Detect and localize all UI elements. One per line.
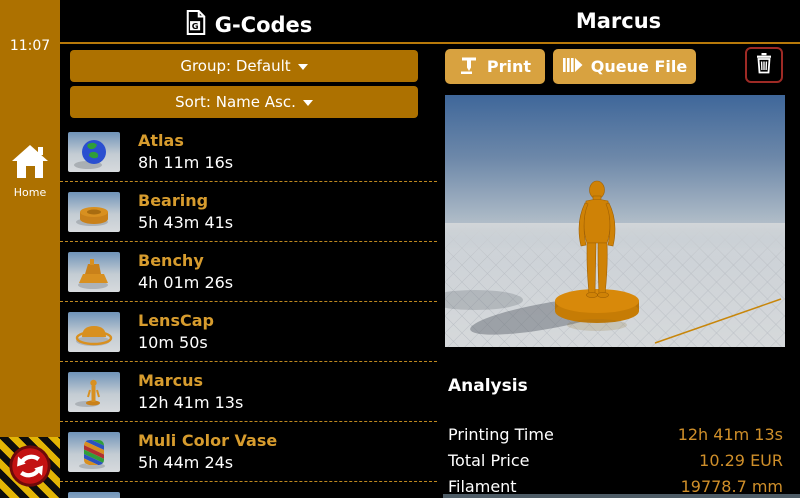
file-thumbnail bbox=[68, 432, 120, 472]
selected-file-title: Marcus bbox=[437, 9, 800, 33]
file-row-marcus[interactable]: Marcus 12h 41m 13s bbox=[60, 362, 437, 422]
analysis-value: 10.29 EUR bbox=[699, 451, 783, 470]
panel-title-gcodes: G G-Codes bbox=[60, 9, 437, 41]
sidebar-item-home[interactable]: Home bbox=[0, 142, 60, 199]
sort-dropdown[interactable]: Sort: Name Asc. bbox=[70, 86, 418, 118]
analysis-row-total-price: Total Price 10.29 EUR bbox=[448, 451, 783, 470]
sort-dropdown-label: Sort: Name Asc. bbox=[175, 93, 296, 111]
file-thumbnail bbox=[68, 252, 120, 292]
file-thumbnail bbox=[68, 492, 120, 498]
queue-icon bbox=[562, 56, 583, 78]
screen-root: 11:07 Home bbox=[0, 0, 800, 498]
gcode-preview-image bbox=[445, 95, 785, 347]
sidebar-item-home-label: Home bbox=[0, 186, 60, 199]
analysis-value: 12h 41m 13s bbox=[678, 425, 783, 444]
file-name: Bearing bbox=[138, 191, 233, 210]
file-print-time: 12h 41m 13s bbox=[138, 393, 243, 412]
file-name: Muli Color Vase bbox=[138, 431, 277, 450]
gcode-file-icon: G bbox=[185, 9, 207, 41]
extruder-icon bbox=[459, 55, 479, 79]
print-button[interactable]: Print bbox=[445, 49, 545, 84]
page-title: G-Codes bbox=[215, 13, 313, 37]
analysis-section-title: Analysis bbox=[448, 376, 528, 396]
file-thumbnail bbox=[68, 372, 120, 412]
file-list: Atlas 8h 11m 16s Bearing 5h 4 bbox=[60, 122, 437, 498]
file-row-vase[interactable]: Muli Color Vase 5h 44m 24s bbox=[60, 422, 437, 482]
file-row-lenscap[interactable]: LensCap 10m 50s bbox=[60, 302, 437, 362]
file-row-atlas[interactable]: Atlas 8h 11m 16s bbox=[60, 122, 437, 182]
action-sidebar: 11:07 Home bbox=[0, 0, 60, 498]
file-print-time: 5h 44m 24s bbox=[138, 453, 277, 472]
home-icon bbox=[0, 142, 60, 180]
file-name: Benchy bbox=[138, 251, 233, 270]
file-row-bearing[interactable]: Bearing 5h 43m 41s bbox=[60, 182, 437, 242]
queue-file-button[interactable]: Queue File bbox=[553, 49, 696, 84]
emergency-stop-icon bbox=[7, 443, 53, 493]
file-name: LensCap bbox=[138, 311, 214, 330]
status-clock: 11:07 bbox=[0, 38, 60, 54]
analysis-label: Total Price bbox=[448, 451, 529, 470]
file-thumbnail bbox=[68, 192, 120, 232]
file-print-time: 10m 50s bbox=[138, 333, 214, 352]
file-thumbnail bbox=[68, 132, 120, 172]
file-print-time: 4h 01m 26s bbox=[138, 273, 233, 292]
trash-icon bbox=[754, 52, 774, 78]
queue-file-button-label: Queue File bbox=[591, 57, 687, 76]
print-button-label: Print bbox=[487, 57, 531, 76]
analysis-label: Printing Time bbox=[448, 425, 554, 444]
file-print-time: 5h 43m 41s bbox=[138, 213, 233, 232]
file-row-planetary-gear[interactable]: Planetary Gear bbox=[60, 482, 437, 498]
bottom-divider-bar bbox=[443, 494, 800, 498]
analysis-row-printing-time: Printing Time 12h 41m 13s bbox=[448, 425, 783, 444]
file-name: Marcus bbox=[138, 371, 243, 390]
caret-down-icon bbox=[303, 100, 313, 106]
delete-file-button[interactable] bbox=[745, 47, 783, 83]
svg-text:G: G bbox=[191, 21, 198, 31]
file-print-time: 8h 11m 16s bbox=[138, 153, 233, 172]
caret-down-icon bbox=[298, 64, 308, 70]
emergency-stop-button[interactable] bbox=[0, 437, 60, 498]
file-name: Atlas bbox=[138, 131, 233, 150]
group-dropdown[interactable]: Group: Default bbox=[70, 50, 418, 82]
group-dropdown-label: Group: Default bbox=[180, 57, 290, 75]
header-bar: G G-Codes Marcus bbox=[60, 0, 800, 44]
file-thumbnail bbox=[68, 312, 120, 352]
file-row-benchy[interactable]: Benchy 4h 01m 26s bbox=[60, 242, 437, 302]
